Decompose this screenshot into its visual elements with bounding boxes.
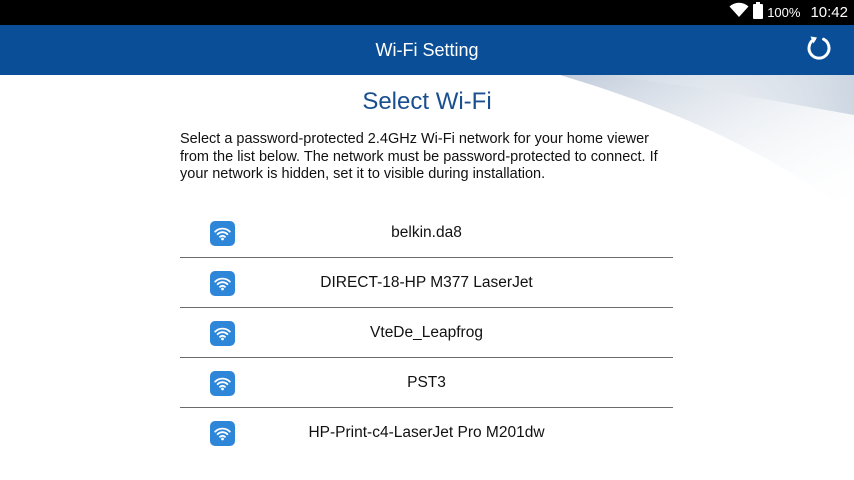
network-name: HP-Print-c4-LaserJet Pro M201dw	[308, 424, 545, 441]
app-title: Wi-Fi Setting	[375, 39, 479, 60]
instructions-text: Select a password-protected 2.4GHz Wi-Fi…	[180, 131, 658, 182]
network-item[interactable]: belkin.da8	[180, 208, 673, 258]
network-name: DIRECT-18-HP M377 LaserJet	[320, 274, 533, 291]
network-name: VteDe_Leapfrog	[370, 324, 483, 341]
network-item[interactable]: HP-Print-c4-LaserJet Pro M201dw	[180, 408, 673, 458]
page-heading: Select Wi-Fi	[362, 88, 492, 115]
battery-icon	[753, 1, 764, 24]
refresh-icon	[806, 35, 832, 66]
status-indicators: 100% 10:42	[729, 0, 848, 25]
network-item[interactable]: DIRECT-18-HP M377 LaserJet	[180, 258, 673, 308]
app-bar: Wi-Fi Setting	[0, 25, 854, 75]
network-item[interactable]: PST3	[180, 358, 673, 408]
network-list: belkin.da8 DIRECT-18-HP M377 LaserJet Vt…	[180, 208, 673, 458]
refresh-button[interactable]	[806, 35, 832, 66]
network-name: PST3	[407, 374, 446, 391]
network-name: belkin.da8	[391, 224, 462, 241]
wifi-signal-icon	[729, 2, 749, 23]
battery-percentage: 100%	[767, 5, 801, 20]
network-item[interactable]: VteDe_Leapfrog	[180, 308, 673, 358]
clock: 10:42	[810, 4, 848, 21]
status-bar: 100% 10:42	[0, 0, 854, 25]
